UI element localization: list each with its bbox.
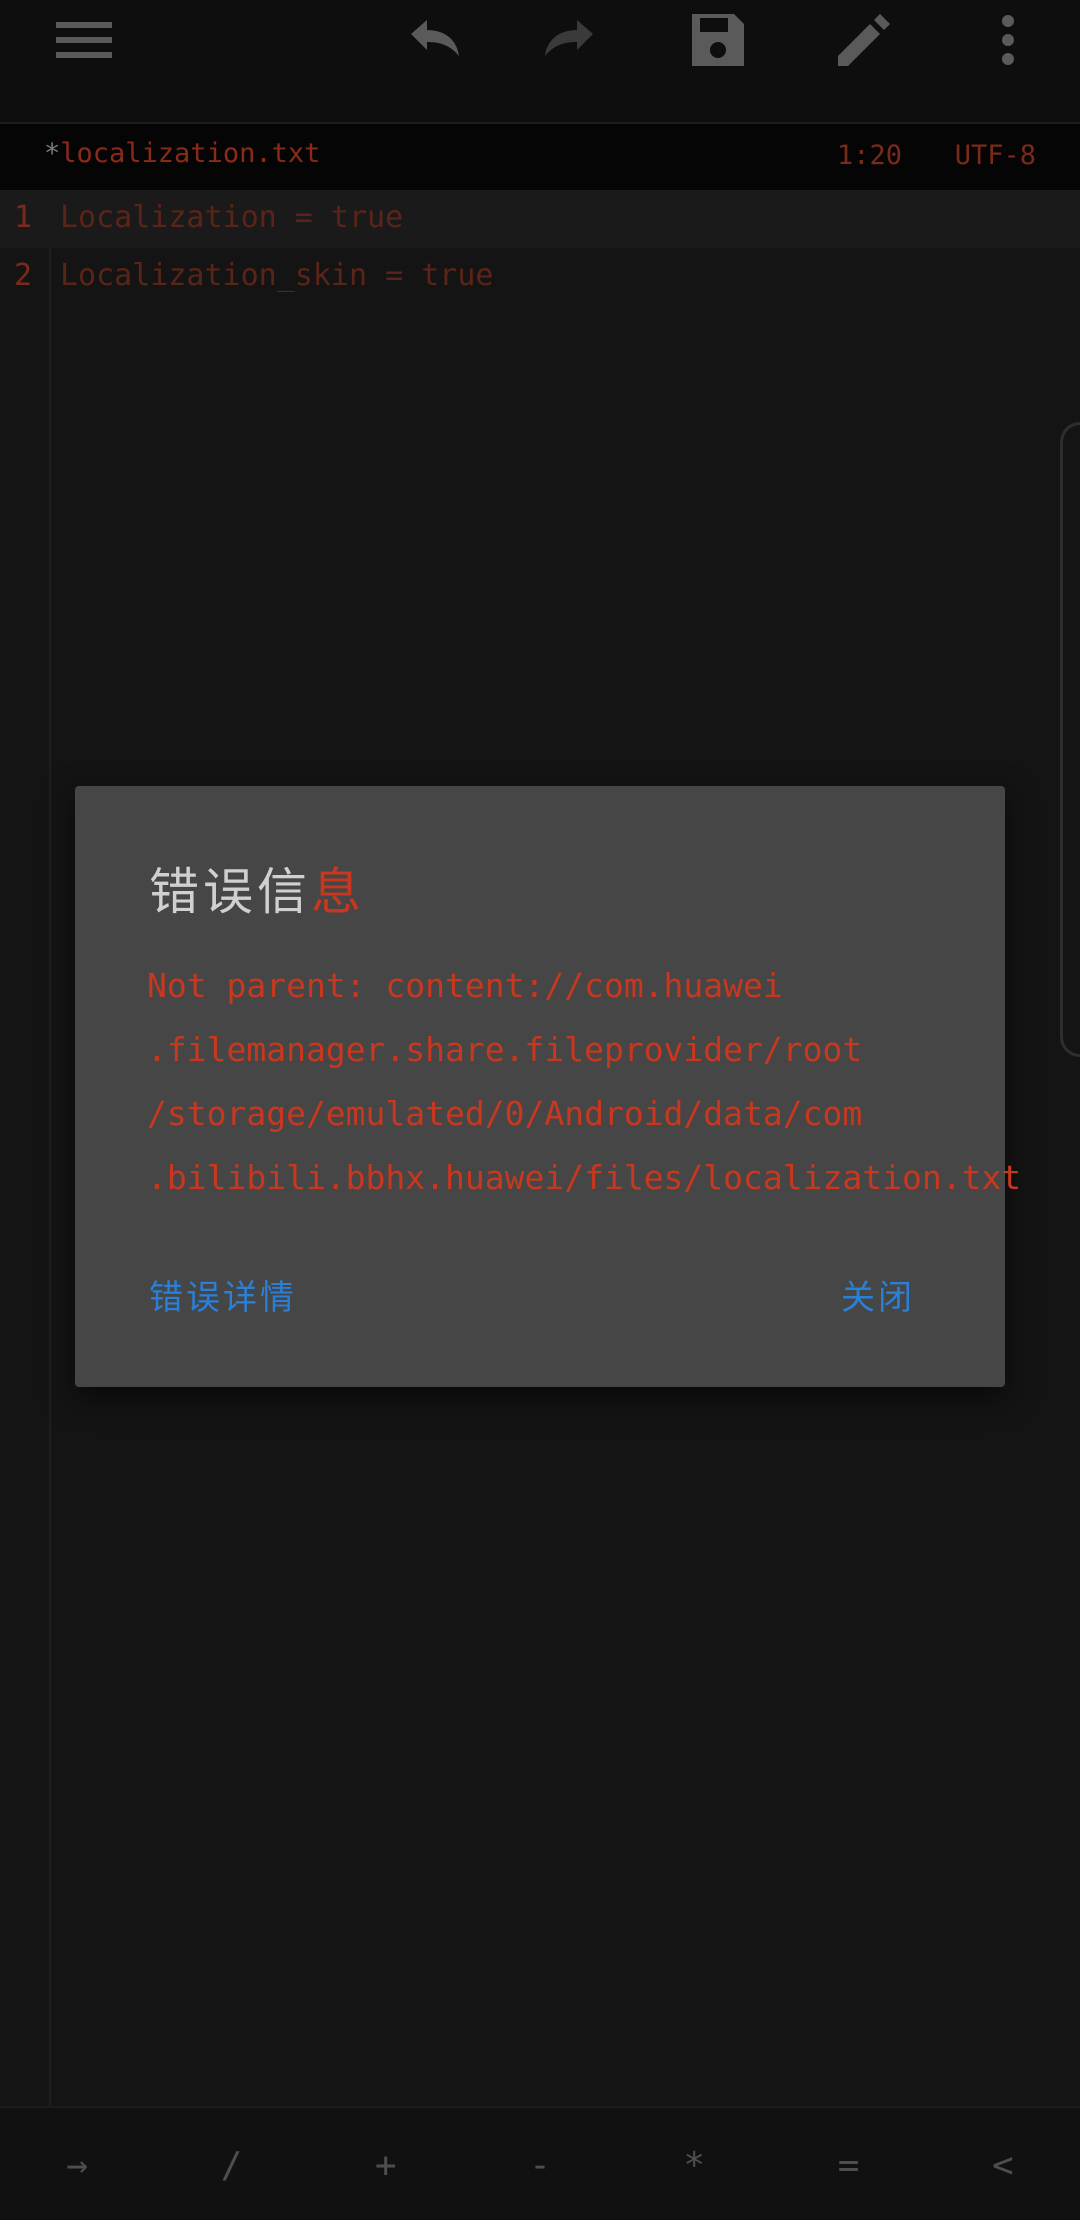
close-button[interactable]: 关闭	[841, 1262, 915, 1327]
dialog-title-main: 错误信	[149, 863, 311, 921]
error-message: Not parent: content://com.huawei .filema…	[147, 954, 1022, 1210]
error-dialog: 错误信息 Not parent: content://com.huawei .f…	[75, 786, 1022, 1387]
error-details-button[interactable]: 错误详情	[149, 1262, 297, 1327]
error-message-line: .bilibili.bbhx.huawei/files/localization…	[147, 1158, 1022, 1197]
error-message-line: /storage/emulated/0/Android/data/com	[147, 1094, 863, 1133]
dialog-title: 错误信息	[149, 852, 365, 924]
error-message-line: .filemanager.share.fileprovider/root	[147, 1030, 863, 1069]
dialog-title-last-char: 息	[311, 863, 365, 921]
editor-screen: *localization.txt 1:20 UTF-8 1 Localizat…	[0, 0, 1080, 2220]
error-message-line: Not parent: content://com.huawei	[147, 966, 783, 1005]
